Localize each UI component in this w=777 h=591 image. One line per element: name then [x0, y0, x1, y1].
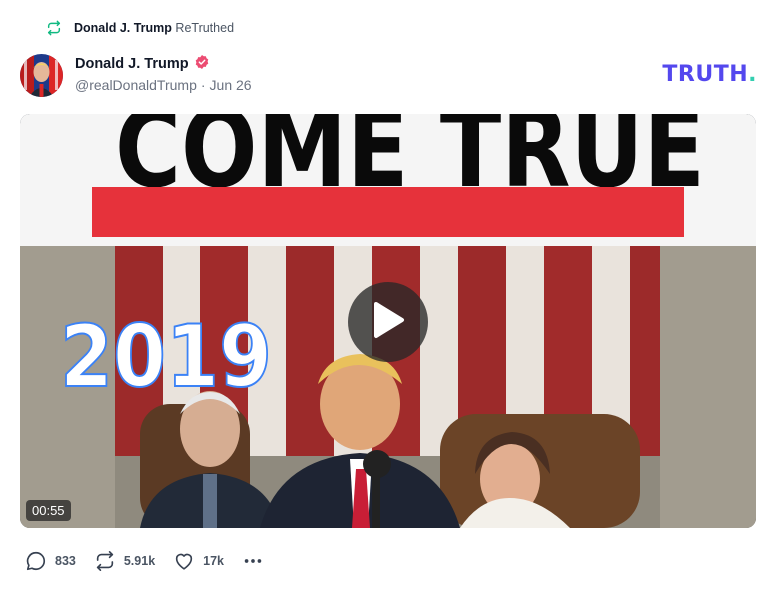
author-block: Donald J. Trump @realDonaldTrump · Jun 2… — [75, 54, 252, 93]
reply-button[interactable]: 833 — [25, 550, 76, 572]
logo-dot: . — [748, 61, 757, 87]
logo-text: TRUTH — [662, 61, 749, 87]
reply-icon — [25, 550, 47, 572]
heart-icon — [173, 550, 195, 572]
handle[interactable]: @realDonaldTrump — [75, 77, 197, 93]
year-overlay: 2019 — [60, 307, 272, 407]
more-icon — [242, 550, 264, 572]
retruth-label: ReTruthed — [175, 21, 235, 35]
play-button[interactable] — [348, 282, 428, 362]
play-icon — [371, 301, 405, 344]
display-name[interactable]: Donald J. Trump — [75, 56, 189, 72]
avatar[interactable] — [20, 54, 63, 97]
retruth-indicator: Donald J. Trump ReTruthed — [46, 18, 234, 38]
truth-logo[interactable]: TRUTH. — [662, 61, 757, 87]
video-player[interactable]: COME TRUE 2019 00:55 — [20, 114, 756, 528]
more-button[interactable] — [242, 550, 264, 572]
verified-badge-icon — [194, 54, 210, 75]
retruth-count: 5.91k — [123, 554, 156, 568]
retruth-text: Donald J. Trump ReTruthed — [74, 21, 234, 35]
video-duration: 00:55 — [26, 500, 71, 521]
retruth-user-link[interactable]: Donald J. Trump — [74, 21, 172, 35]
post-header: Donald J. Trump @realDonaldTrump · Jun 2… — [20, 52, 757, 98]
retruth-icon — [46, 20, 62, 36]
retruth-icon — [94, 550, 116, 572]
separator: · — [200, 77, 206, 93]
reply-count: 833 — [55, 554, 76, 568]
like-count: 17k — [203, 554, 224, 568]
post-actions: 833 5.91k 17k — [25, 549, 282, 573]
post-date[interactable]: Jun 26 — [210, 77, 252, 93]
headline-red-bar — [92, 187, 684, 237]
like-button[interactable]: 17k — [173, 550, 224, 572]
retruth-button[interactable]: 5.91k — [94, 550, 155, 572]
